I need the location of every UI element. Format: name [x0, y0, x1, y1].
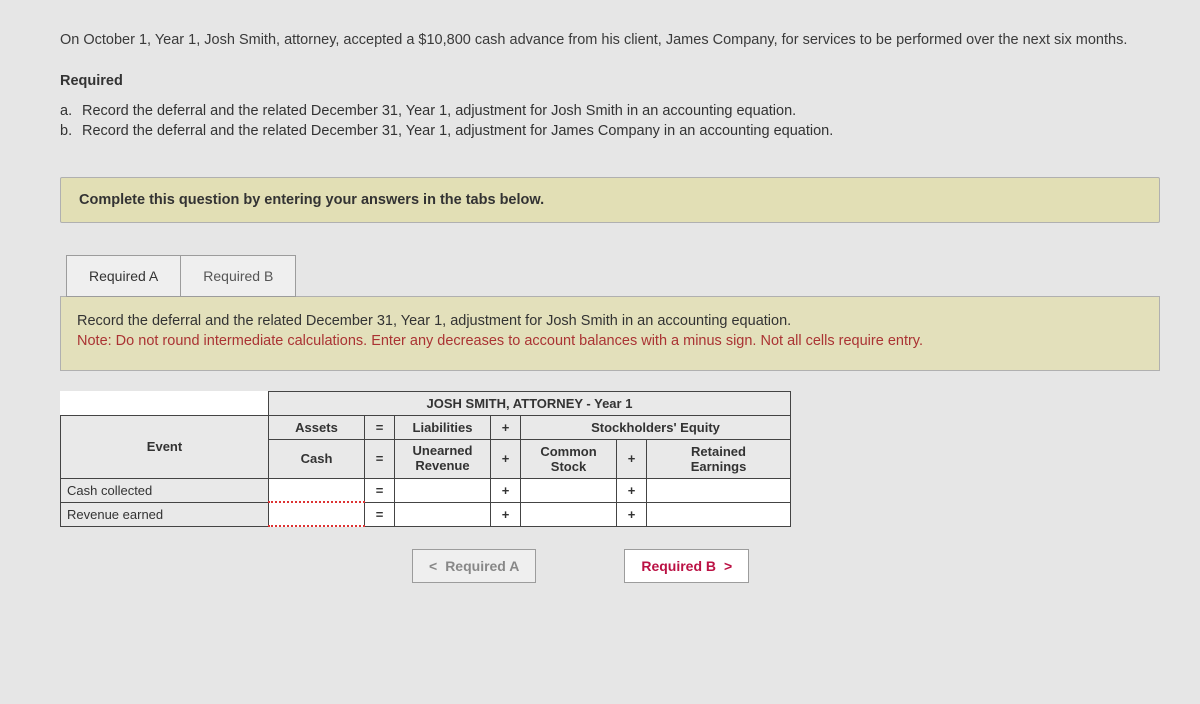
col-event: Event: [61, 415, 269, 478]
spacer: [61, 391, 269, 415]
page: On October 1, Year 1, Josh Smith, attorn…: [30, 0, 1200, 623]
col-cash: Cash: [269, 439, 365, 478]
col-unearned-revenue: UnearnedRevenue: [395, 439, 491, 478]
equation-table-wrap: JOSH SMITH, ATTORNEY - Year 1 Event Asse…: [60, 391, 1160, 528]
input-r2-common[interactable]: [521, 502, 617, 526]
nav-buttons: < Required A Required B >: [60, 549, 1160, 583]
op-plus-r2b: +: [617, 502, 647, 526]
col-liabilities: Liabilities: [395, 415, 491, 439]
input-r2-retained[interactable]: [647, 502, 791, 526]
requirement-b-text: Record the deferral and the related Dece…: [82, 123, 1160, 139]
input-r2-unearned[interactable]: [395, 502, 491, 526]
op-plus-r1a: +: [491, 478, 521, 502]
col-stockholders-equity: Stockholders' Equity: [521, 415, 791, 439]
input-r2-cash[interactable]: [269, 502, 365, 526]
tab-required-b[interactable]: Required B: [180, 255, 296, 297]
input-r1-common[interactable]: [521, 478, 617, 502]
requirements-list: a. Record the deferral and the related D…: [60, 103, 1160, 139]
problem-intro: On October 1, Year 1, Josh Smith, attorn…: [60, 30, 1160, 51]
op-plus-2: +: [491, 439, 521, 478]
equation-table: JOSH SMITH, ATTORNEY - Year 1 Event Asse…: [60, 391, 791, 528]
next-button[interactable]: Required B >: [624, 549, 749, 583]
chevron-right-icon: >: [724, 558, 732, 574]
col-assets: Assets: [269, 415, 365, 439]
op-equals-1: =: [365, 415, 395, 439]
op-plus-r1b: +: [617, 478, 647, 502]
requirement-b: b. Record the deferral and the related D…: [60, 123, 1160, 139]
requirement-a-label: a.: [60, 103, 82, 119]
intro-text: On October 1, Year 1, Josh Smith, attorn…: [60, 30, 1160, 51]
tab-required-a[interactable]: Required A: [66, 255, 181, 297]
instruction-note: Note: Do not round intermediate calculat…: [77, 333, 923, 349]
next-button-label: Required B: [641, 558, 716, 574]
row-cash-collected-label: Cash collected: [61, 478, 269, 502]
instruction-box: Record the deferral and the related Dece…: [60, 296, 1160, 371]
hint-bar: Complete this question by entering your …: [60, 177, 1160, 223]
row-revenue-earned-label: Revenue earned: [61, 502, 269, 526]
requirement-b-label: b.: [60, 123, 82, 139]
op-plus-r2a: +: [491, 502, 521, 526]
requirement-a: a. Record the deferral and the related D…: [60, 103, 1160, 119]
tab-strip: Required A Required B: [66, 255, 1160, 297]
table-title: JOSH SMITH, ATTORNEY - Year 1: [269, 391, 791, 415]
input-r1-retained[interactable]: [647, 478, 791, 502]
col-common-stock: CommonStock: [521, 439, 617, 478]
prev-button-label: Required A: [445, 558, 519, 574]
input-r1-unearned[interactable]: [395, 478, 491, 502]
op-eq-r1: =: [365, 478, 395, 502]
op-plus-3: +: [617, 439, 647, 478]
op-plus-1: +: [491, 415, 521, 439]
col-retained-earnings: RetainedEarnings: [647, 439, 791, 478]
input-r1-cash[interactable]: [269, 478, 365, 502]
requirement-a-text: Record the deferral and the related Dece…: [82, 103, 1160, 119]
chevron-left-icon: <: [429, 558, 437, 574]
instruction-line1: Record the deferral and the related Dece…: [77, 313, 791, 329]
nav-spacer: [60, 549, 412, 583]
required-label: Required: [60, 73, 1160, 89]
prev-button[interactable]: < Required A: [412, 549, 536, 583]
op-equals-2: =: [365, 439, 395, 478]
op-eq-r2: =: [365, 502, 395, 526]
